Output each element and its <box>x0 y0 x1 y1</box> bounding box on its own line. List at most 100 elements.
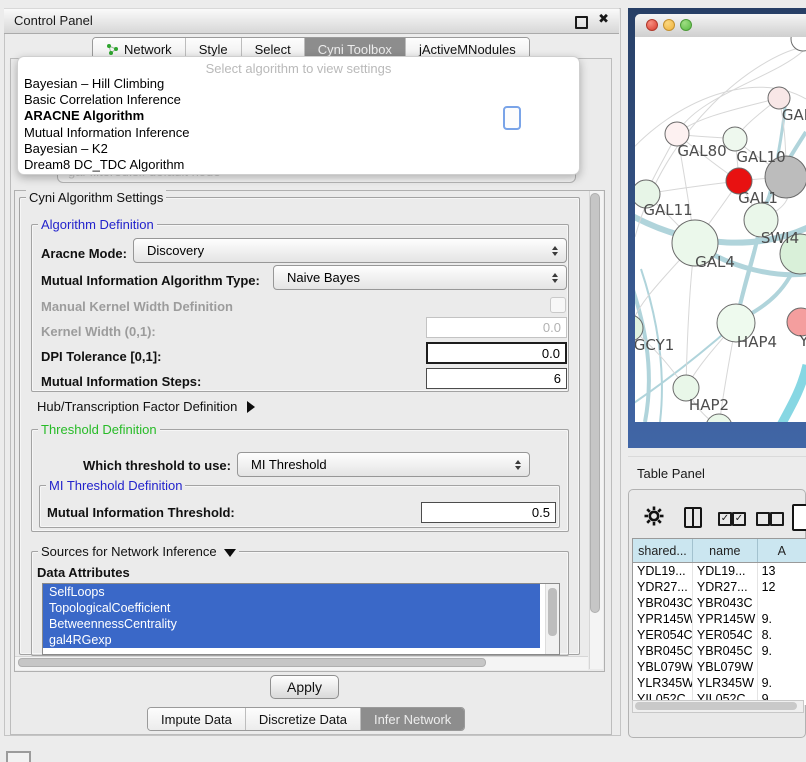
deselect-column-icon[interactable] <box>770 512 784 526</box>
node-label-hap2: HAP2 <box>689 396 729 414</box>
network-window-titlebar[interactable] <box>635 14 806 38</box>
table-cell: 8. <box>758 627 806 643</box>
table-cell: 9. <box>758 643 806 659</box>
algorithm-option-bayesian-hill-climbing[interactable]: Bayesian – Hill Climbing <box>18 76 579 92</box>
table-row[interactable]: YBR045CYBR045C9. <box>633 643 806 659</box>
table-cell: YDL19... <box>693 563 758 579</box>
table-cell: YBR045C <box>633 643 693 659</box>
node-label-hap4: HAP4 <box>737 333 777 351</box>
table-row[interactable]: YER054CYER054C8. <box>633 627 806 643</box>
aracne-mode-select[interactable]: Discovery <box>133 238 567 263</box>
mi-type-value: Naive Bayes <box>287 270 360 285</box>
node-attribute-table[interactable]: shared...nameA YDL19...YDL19...13YDR27..… <box>632 538 806 705</box>
network-node[interactable] <box>706 414 732 422</box>
tab-discretize-data[interactable]: Discretize Data <box>245 708 360 730</box>
algorithm-definition-legend: Algorithm Definition <box>38 217 157 232</box>
close-traffic-light[interactable] <box>646 19 658 31</box>
mi-steps-field[interactable]: 6 <box>426 368 567 389</box>
node-label-gal1: GAL1 <box>738 189 778 207</box>
table-horizontal-scrollbar-thumb[interactable] <box>635 702 797 710</box>
column-header-a[interactable]: A <box>758 539 806 562</box>
table-cell: YLR345W <box>633 675 693 691</box>
deselect-column-icon[interactable] <box>756 512 770 526</box>
float-window-icon[interactable] <box>575 16 588 29</box>
sources-legend-label: Sources for Network Inference <box>41 544 217 559</box>
collapse-down-icon <box>224 549 236 557</box>
data-attributes-list[interactable]: SelfLoopsTopologicalCoefficientBetweenne… <box>42 583 560 655</box>
attribute-item-topologicalcoefficient[interactable]: TopologicalCoefficient <box>43 600 540 616</box>
tab-label: Discretize Data <box>259 712 347 727</box>
mi-steps-label: Mutual Information Steps: <box>41 374 201 389</box>
node-label-gal: GAL <box>782 106 806 124</box>
control-panel-titlebar[interactable]: Control Panel ✖ <box>4 8 619 34</box>
algorithm-option-aracne-algorithm[interactable]: ARACNE Algorithm <box>18 108 579 124</box>
table-cell: YBR043C <box>633 595 693 611</box>
table-cell <box>758 595 806 611</box>
table-row[interactable]: YBR043CYBR043C <box>633 595 806 611</box>
minimize-traffic-light[interactable] <box>663 19 675 31</box>
column-header-shared[interactable]: shared... <box>633 539 693 562</box>
tab-label: Style <box>199 42 228 57</box>
kernel-width-field[interactable]: 0.0 <box>426 317 567 338</box>
attribute-item-betweennesscentrality[interactable]: BetweennessCentrality <box>43 616 540 632</box>
settings-vertical-scrollbar-thumb[interactable] <box>590 193 600 613</box>
settings-horizontal-scrollbar-thumb[interactable] <box>18 658 486 667</box>
algorithm-option-bayesian-k2[interactable]: Bayesian – K2 <box>18 141 579 157</box>
table-cell: YBR043C <box>693 595 758 611</box>
table-row[interactable]: YLR345WYLR345W9. <box>633 675 806 691</box>
table-cell: 9. <box>758 611 806 627</box>
attribute-item-gal4rgexp[interactable]: gal4RGexp <box>43 632 540 648</box>
minimized-panel-icon[interactable] <box>6 751 31 762</box>
table-row[interactable]: YDR27...YDR27...12 <box>633 579 806 595</box>
algorithm-option-dream8-dc-tdc-algorithm[interactable]: Dream8 DC_TDC Algorithm <box>18 157 579 173</box>
which-threshold-value: MI Threshold <box>251 457 327 472</box>
tab-label: Select <box>255 42 291 57</box>
close-icon[interactable]: ✖ <box>598 12 609 27</box>
select-column-checked-icon[interactable]: ✓ <box>718 512 732 526</box>
tab-label: jActiveMNodules <box>419 42 516 57</box>
aracne-mode-label: Aracne Mode: <box>41 246 127 261</box>
algorithm-dropdown-popup: Select algorithm to view settings Bayesi… <box>17 56 580 175</box>
tab-label: Network <box>124 42 172 57</box>
column-header-name[interactable]: name <box>693 539 758 562</box>
hub-definition-expander[interactable]: Hub/Transcription Factor Definition <box>37 399 255 414</box>
network-icon <box>106 43 119 56</box>
table-row[interactable]: YPR145WYPR145W9. <box>633 611 806 627</box>
algorithm-option-mutual-information-inference[interactable]: Mutual Information Inference <box>18 125 579 141</box>
cyni-settings-legend: Cyni Algorithm Settings <box>26 190 166 205</box>
table-cell <box>758 659 806 675</box>
table-cell: YBL079W <box>693 659 758 675</box>
tab-impute-data[interactable]: Impute Data <box>148 708 245 730</box>
table-row[interactable]: YBL079WYBL079W <box>633 659 806 675</box>
zoom-traffic-light[interactable] <box>680 19 692 31</box>
table-cell: YDR27... <box>633 579 693 595</box>
algorithm-placeholder: Select algorithm to view settings <box>18 57 579 76</box>
table-row[interactable]: YDL19...YDL19...13 <box>633 563 806 579</box>
mi-threshold-field[interactable]: 0.5 <box>421 502 556 523</box>
select-column-checked-icon[interactable]: ✓ <box>732 512 746 526</box>
sources-legend[interactable]: Sources for Network Inference <box>38 544 239 559</box>
attribute-item-selfloops[interactable]: SelfLoops <box>43 584 540 600</box>
mi-type-label: Mutual Information Algorithm Type: <box>41 273 260 288</box>
tab-label: Impute Data <box>161 712 232 727</box>
tab-infer-network[interactable]: Infer Network <box>360 708 464 730</box>
dpi-tolerance-field[interactable]: 0.0 <box>426 342 567 364</box>
attributes-list-scrollbar-thumb[interactable] <box>548 588 557 636</box>
settings-gear-icon[interactable] <box>644 506 664 526</box>
network-edge-cyan <box>781 365 806 422</box>
which-threshold-select[interactable]: MI Threshold <box>237 452 530 477</box>
algorithm-option-basic-correlation-inference[interactable]: Basic Correlation Inference <box>18 92 579 108</box>
node-label-gcy1: GCY1 <box>635 336 674 354</box>
table-cell: 12 <box>758 579 806 595</box>
apply-button[interactable]: Apply <box>270 675 339 699</box>
network-node[interactable] <box>791 37 806 51</box>
manual-kernel-checkbox[interactable] <box>550 297 566 313</box>
threshold-definition-legend: Threshold Definition <box>38 422 160 437</box>
table-cell: 9. <box>758 675 806 691</box>
network-canvas[interactable]: GALGAL80GAL10GAL1GAL11SWI4GAL4GCY1HAP4YH… <box>635 37 806 422</box>
split-view-icon[interactable] <box>684 507 702 528</box>
attributes-list-scrollbar[interactable] <box>545 584 559 654</box>
spinner-arrows-icon <box>515 460 521 470</box>
mi-type-select[interactable]: Naive Bayes <box>273 265 567 290</box>
new-column-icon[interactable] <box>792 504 806 531</box>
